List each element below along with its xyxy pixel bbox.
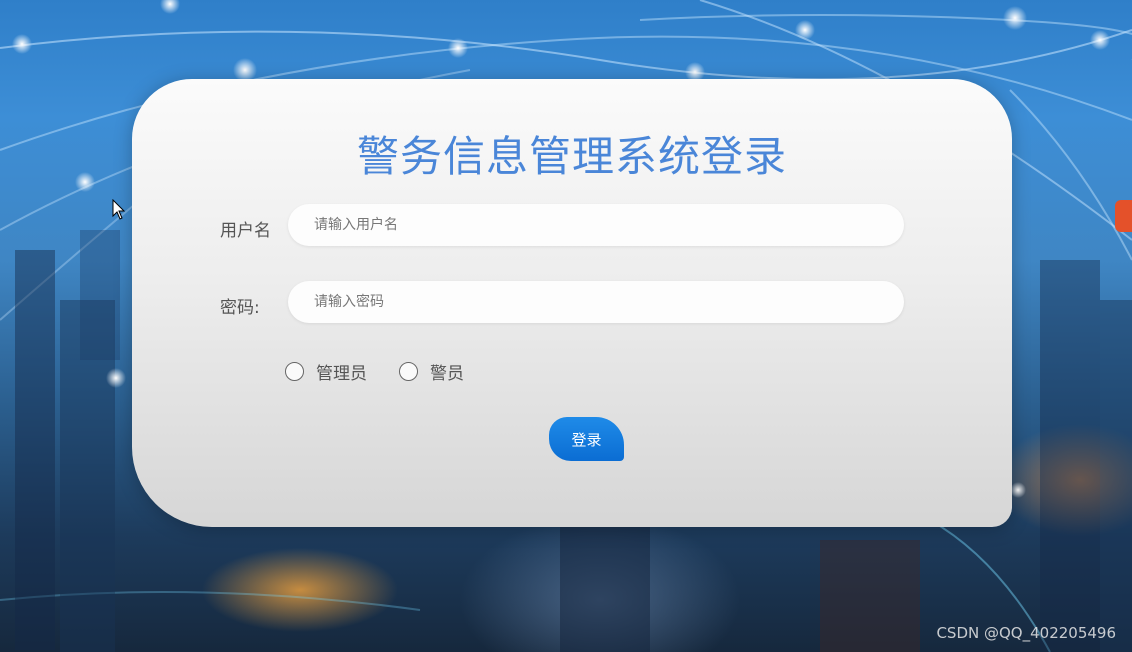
watermark: CSDN @QQ_402205496	[936, 624, 1116, 642]
role-radio-admin[interactable]: 管理员	[285, 359, 367, 384]
username-input[interactable]	[288, 204, 904, 246]
role-label-admin: 管理员	[316, 364, 367, 384]
side-logo	[1115, 200, 1132, 232]
login-button[interactable]: 登录	[549, 417, 624, 461]
page-title: 警务信息管理系统登录	[356, 132, 787, 181]
login-card: 警务信息管理系统登录 用户名 密码: 管理员 警员 登录	[132, 79, 1012, 527]
role-radio-officer[interactable]: 警员	[399, 359, 464, 384]
role-label-officer: 警员	[430, 364, 464, 384]
radio-circle-icon[interactable]	[285, 362, 304, 381]
role-radio-group: 管理员 警员	[285, 359, 496, 384]
password-input[interactable]	[288, 281, 904, 323]
username-label: 用户名	[220, 221, 271, 241]
mouse-cursor-icon	[112, 199, 126, 220]
radio-circle-icon[interactable]	[399, 362, 418, 381]
password-label: 密码:	[220, 298, 260, 318]
